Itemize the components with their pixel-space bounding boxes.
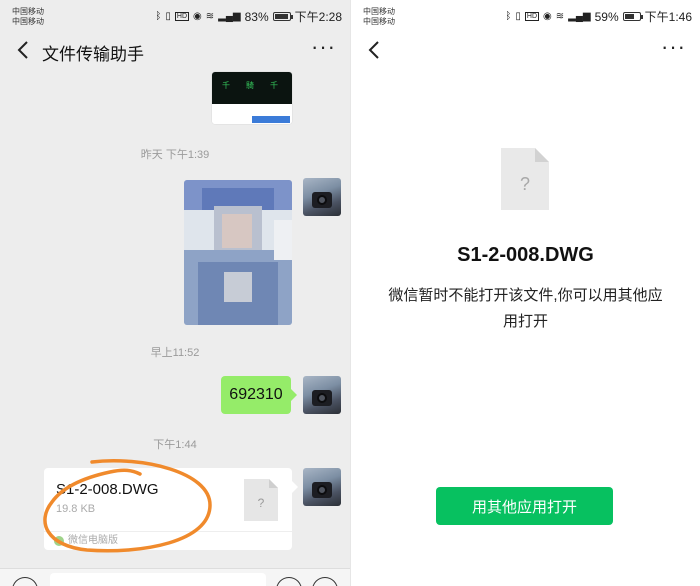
image-message-preview[interactable]: 千騎千	[212, 72, 292, 124]
page-title: 文件传输助手	[42, 45, 144, 64]
input-bar	[0, 568, 350, 586]
plus-icon[interactable]	[312, 577, 338, 586]
more-icon[interactable]: ···	[661, 36, 686, 58]
carrier-info: 中国移动 中国移动	[363, 7, 395, 27]
message-list[interactable]: 千騎千 昨天 下午1:39 早上11:52 692310 下午1:44 S1-2…	[0, 70, 350, 570]
open-with-other-app-button[interactable]: 用其他应用打开	[436, 487, 613, 525]
carrier-line-2: 中国移动	[363, 17, 395, 26]
chat-screen: 中国移动 中国移动 ᛒ ▯ HD ◉ ≋ ▂▄▆ 83% 下午2:28 文件传输…	[0, 0, 350, 586]
vibrate-icon: ▯	[165, 11, 171, 22]
status-bar: 中国移动 中国移动 ᛒ ▯ HD ◉ ≋ ▂▄▆ 59% 下午1:46	[351, 0, 700, 32]
status-icons: ᛒ ▯ HD ◉ ≋ ▂▄▆ 59% 下午1:46	[505, 8, 692, 25]
image-message[interactable]	[184, 180, 292, 325]
avatar[interactable]	[303, 178, 341, 216]
file-name: S1-2-008.DWG	[56, 481, 159, 498]
carrier-line-2: 中国移动	[12, 17, 44, 26]
text-message[interactable]: 692310	[221, 376, 297, 414]
file-source: 微信电脑版	[44, 531, 292, 550]
battery-icon	[272, 12, 293, 21]
wechat-icon	[54, 536, 64, 546]
avatar[interactable]	[303, 468, 341, 506]
carrier-info: 中国移动 中国移动	[12, 7, 44, 27]
nav-bar: 文件传输助手 ···	[0, 32, 350, 70]
voice-icon[interactable]	[12, 577, 38, 586]
carrier-line-1: 中国移动	[363, 7, 395, 16]
file-source-label: 微信电脑版	[68, 535, 118, 546]
hd-icon: HD	[524, 12, 540, 21]
hd-icon: HD	[174, 12, 190, 21]
file-message[interactable]: S1-2-008.DWG 19.8 KB ? 微信电脑版	[44, 468, 298, 550]
wifi-icon: ≋	[205, 11, 215, 22]
eye-icon: ◉	[543, 11, 552, 22]
timestamp: 早上11:52	[150, 347, 200, 359]
battery-icon	[622, 12, 643, 21]
back-arrow-icon[interactable]	[12, 38, 36, 62]
file-icon-glyph: ?	[258, 496, 265, 510]
battery-percent: 59%	[594, 9, 619, 24]
bluetooth-icon: ᛒ	[505, 11, 512, 22]
battery-percent: 83%	[244, 9, 269, 24]
status-time: 下午1:46	[644, 10, 692, 24]
timestamp: 昨天 下午1:39	[140, 149, 210, 161]
message-input[interactable]	[50, 573, 266, 586]
back-arrow-icon[interactable]	[363, 38, 387, 62]
status-bar: 中国移动 中国移动 ᛒ ▯ HD ◉ ≋ ▂▄▆ 83% 下午2:28	[0, 0, 350, 32]
status-icons: ᛒ ▯ HD ◉ ≋ ▂▄▆ 83% 下午2:28	[155, 8, 342, 25]
signal-icon: ▂▄▆	[218, 11, 241, 22]
wifi-icon: ≋	[555, 11, 565, 22]
file-name: S1-2-008.DWG	[457, 244, 594, 266]
file-icon: ?	[501, 148, 549, 210]
file-size: 19.8 KB	[56, 503, 96, 515]
signal-icon: ▂▄▆	[568, 11, 591, 22]
emoji-icon[interactable]	[276, 577, 302, 586]
bluetooth-icon: ᛒ	[155, 11, 162, 22]
vibrate-icon: ▯	[515, 11, 521, 22]
file-icon-glyph: ?	[520, 174, 530, 194]
unsupported-message: 微信暂时不能打开该文件,你可以用其他应用打开	[388, 287, 663, 330]
file-preview-screen: 中国移动 中国移动 ᛒ ▯ HD ◉ ≋ ▂▄▆ 59% 下午1:46 ··· …	[350, 0, 700, 586]
status-time: 下午2:28	[294, 10, 342, 24]
more-icon[interactable]: ···	[311, 36, 336, 58]
timestamp: 下午1:44	[153, 439, 197, 451]
eye-icon: ◉	[193, 11, 202, 22]
file-icon: ?	[244, 479, 278, 521]
nav-bar: ···	[351, 32, 700, 70]
carrier-line-1: 中国移动	[12, 7, 44, 16]
avatar[interactable]	[303, 376, 341, 414]
